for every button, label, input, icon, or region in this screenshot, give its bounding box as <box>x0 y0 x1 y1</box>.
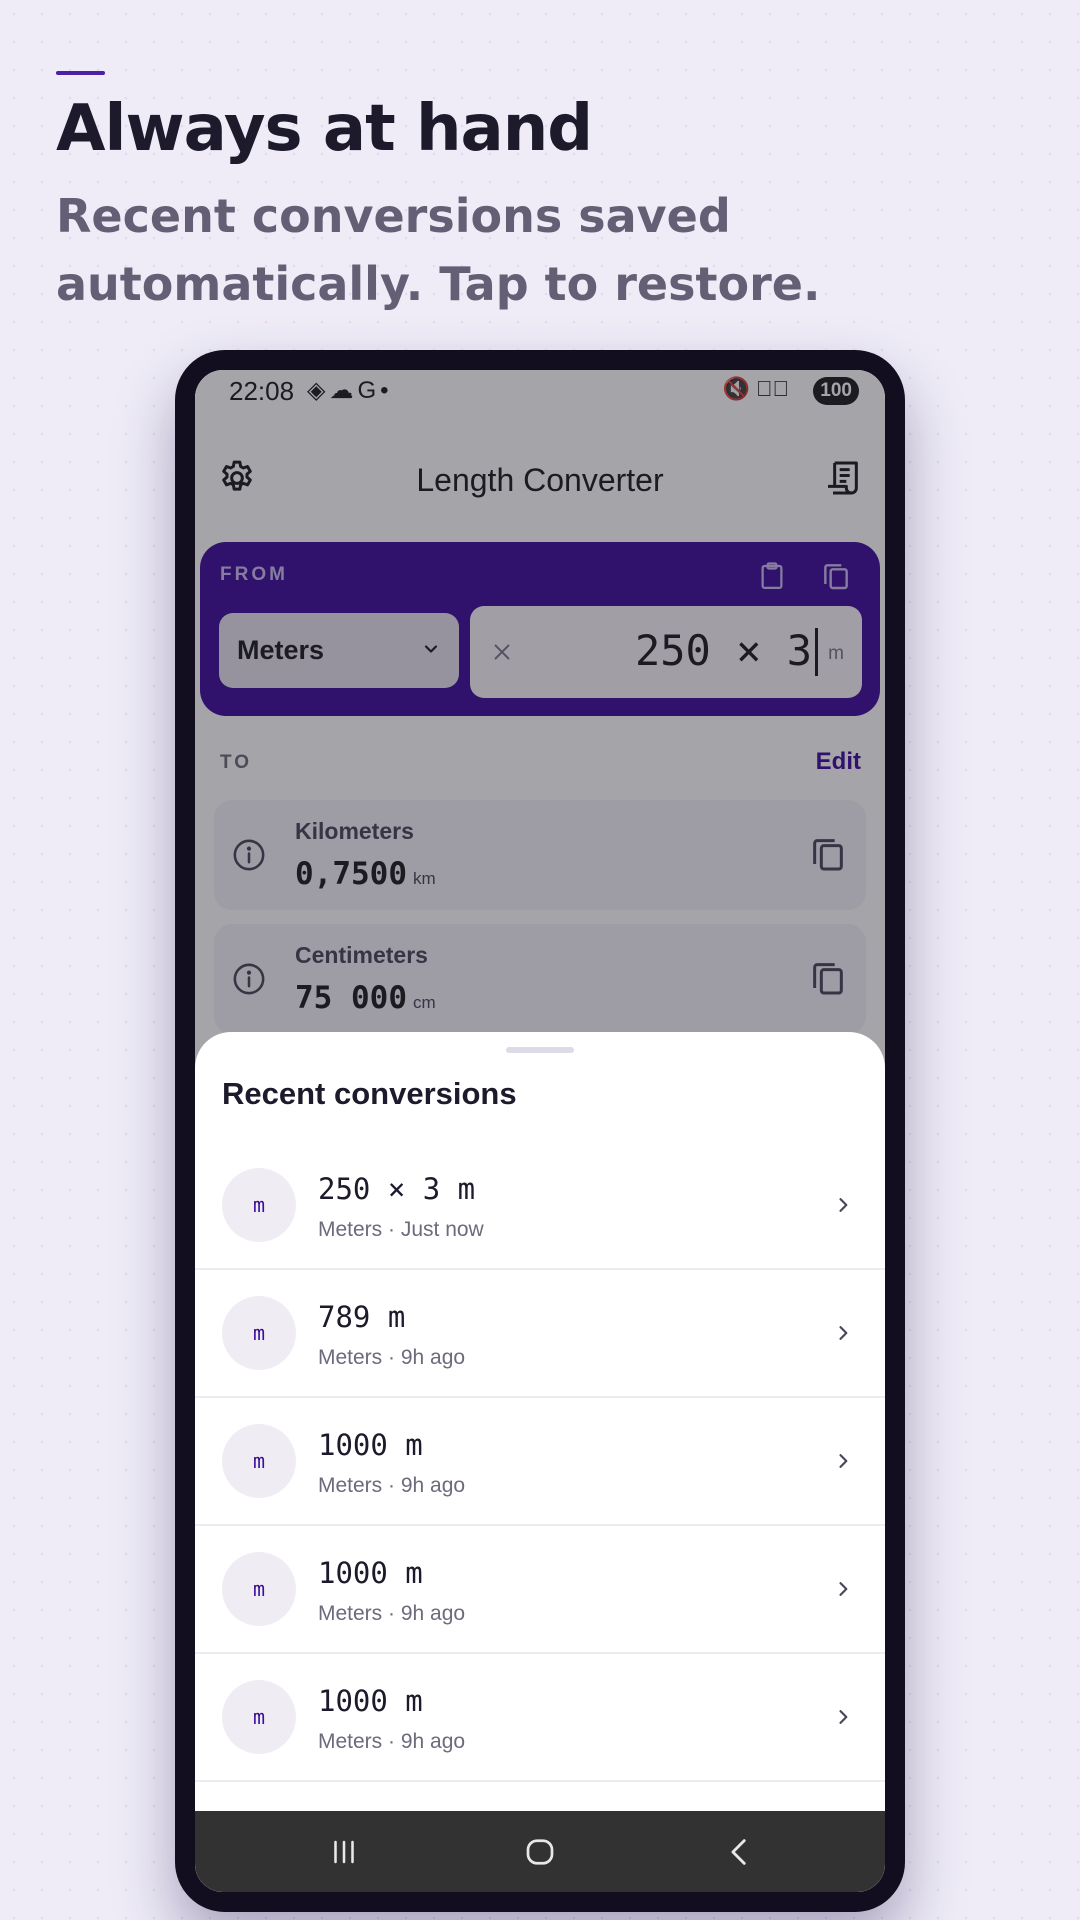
chevron-right-icon <box>839 1454 848 1468</box>
chevron-right-icon <box>839 1710 848 1724</box>
history-expression: 250 × 3 m <box>318 1172 476 1206</box>
history-meta: Meters · Just now <box>318 1218 484 1241</box>
unit-avatar: m <box>222 1296 296 1370</box>
promo-subheadline: Recent conversions saved automatically. … <box>56 189 821 311</box>
chevron-right-icon <box>839 1582 848 1596</box>
history-meta: Meters · 9h ago <box>318 1474 466 1497</box>
history-expression: 1000 m <box>318 1556 423 1590</box>
home-button[interactable] <box>510 1829 570 1875</box>
recent-conversions-sheet: Recent conversions m 250 × 3 m Meters · … <box>195 1032 885 1892</box>
phone-screen: 22:08 ◈☁G• 🔇≋⃠ 100 Length Converter FROM… <box>195 370 885 1892</box>
history-item[interactable]: m 789 m Meters · 9h ago <box>195 1270 885 1398</box>
chevron-right-icon <box>839 1326 848 1340</box>
system-navigation-bar <box>195 1811 885 1892</box>
history-item[interactable]: m 1000 m Meters · 9h ago <box>195 1654 885 1782</box>
history-expression: 1000 m <box>318 1684 423 1718</box>
recent-apps-button[interactable] <box>314 1829 374 1875</box>
accent-line <box>56 71 105 75</box>
back-icon <box>731 1839 746 1865</box>
history-expression: 789 m <box>318 1300 406 1334</box>
history-list: m 250 × 3 m Meters · Just now m 789 m Me… <box>195 1142 885 1782</box>
history-item[interactable]: m 1000 m Meters · 9h ago <box>195 1398 885 1526</box>
history-meta: Meters · 9h ago <box>318 1602 466 1625</box>
history-item[interactable]: m 1000 m Meters · 9h ago <box>195 1526 885 1654</box>
recents-icon <box>334 1840 354 1864</box>
unit-avatar: m <box>222 1424 296 1498</box>
history-item[interactable]: m 250 × 3 m Meters · Just now <box>195 1142 885 1270</box>
chevron-right-icon <box>839 1198 848 1212</box>
sheet-title: Recent conversions <box>222 1076 517 1111</box>
unit-avatar: m <box>222 1168 296 1242</box>
promo-headline: Always at hand <box>56 92 593 166</box>
sheet-drag-handle[interactable] <box>506 1047 574 1053</box>
home-icon <box>526 1839 554 1865</box>
history-meta: Meters · 9h ago <box>318 1730 466 1753</box>
back-button[interactable] <box>710 1829 770 1875</box>
history-expression: 1000 m <box>318 1428 423 1462</box>
history-meta: Meters · 9h ago <box>318 1346 466 1369</box>
unit-avatar: m <box>222 1552 296 1626</box>
unit-avatar: m <box>222 1680 296 1754</box>
